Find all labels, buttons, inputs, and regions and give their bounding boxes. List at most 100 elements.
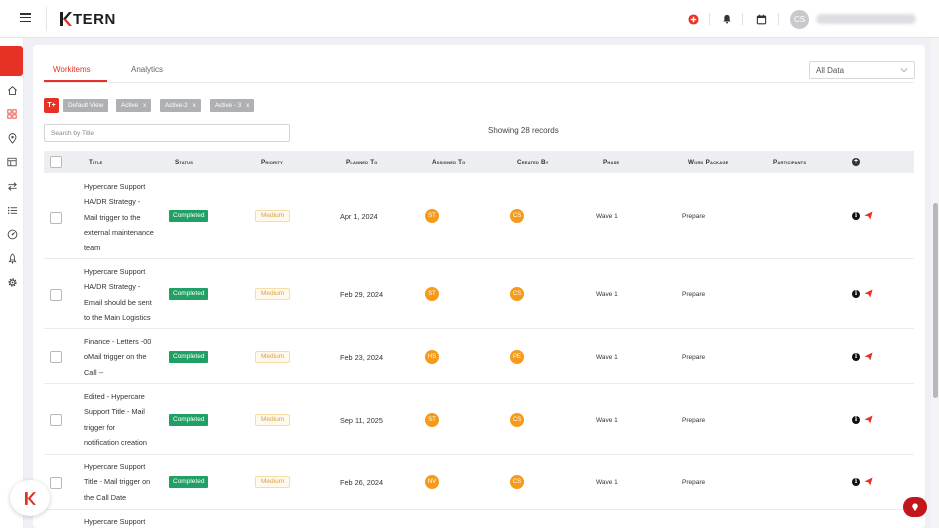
send-icon[interactable] [864,289,873,298]
phase-value: Wave 1 [596,354,618,361]
table-row[interactable]: Edited - Hypercare Support Title - Mail … [44,384,914,455]
phase-value: Wave 1 [596,479,618,486]
work-package-value: Prepare [682,479,706,486]
tab-workitems[interactable]: Workitems [53,65,91,74]
table-row[interactable]: Finance - Letters -00 oMail trigger on t… [44,329,914,384]
send-icon[interactable] [864,211,873,220]
board-icon[interactable] [6,156,18,168]
gauge-icon[interactable] [6,228,18,240]
title-line: HA/DR Strategy - [84,197,141,207]
info-icon[interactable]: i [852,416,860,424]
data-filter-select[interactable]: All Data [809,61,915,79]
column-header-title[interactable]: Title [89,159,103,166]
home-icon[interactable] [6,84,18,96]
workitem-title[interactable]: Edited - Hypercare Support Title - Mail … [84,389,162,450]
assignee-avatar[interactable]: ST [425,209,439,223]
column-header-work-package[interactable]: Work Package [688,159,729,166]
list-icon[interactable] [6,204,18,216]
creator-avatar[interactable]: PE [510,350,524,364]
chip-default-view[interactable]: Default View [63,99,109,112]
row-checkbox[interactable] [50,414,62,426]
close-icon[interactable]: x [246,103,249,109]
info-icon[interactable]: i [852,478,860,486]
column-header-participants[interactable]: Participants [773,159,806,166]
rocket-icon[interactable] [6,252,18,264]
close-icon[interactable]: x [193,103,196,109]
chip-active-2[interactable]: Active-2 x [160,99,201,112]
calendar-icon[interactable] [754,12,768,26]
workitem-title[interactable]: Finance - Letters -00 oMail trigger on t… [84,334,162,380]
priority-badge: Medium [255,288,291,300]
tab-analytics[interactable]: Analytics [131,65,163,74]
data-filter-value: All Data [816,66,845,75]
title-line: Hypercare Support [84,462,146,471]
chip-active[interactable]: Active x [116,99,152,112]
ktern-k-icon [24,491,36,505]
row-checkbox[interactable] [50,289,62,301]
divider [46,7,47,31]
workitem-title[interactable]: Hypercare Support Title - Mail trigger o… [84,459,162,505]
creator-avatar[interactable]: CS [510,475,524,489]
column-header-phase[interactable]: Phase [603,159,619,166]
column-header-assigned-to[interactable]: Assigned To [432,159,465,166]
send-icon[interactable] [864,352,873,361]
row-checkbox[interactable] [50,212,62,224]
row-checkbox[interactable] [50,351,62,363]
table-row[interactable]: Hypercare Support Title - Mail trigger o… [44,455,914,510]
title-line: the Call Date [84,492,127,502]
planned-date: Feb 29, 2024 [340,290,384,299]
tabs-divider [44,82,914,83]
creator-avatar[interactable]: CS [510,287,524,301]
row-checkbox[interactable] [50,477,62,489]
workitem-title[interactable]: Hypercare Support HA/DR Strategy - Email… [84,264,162,325]
status-badge: Completed [169,288,209,300]
send-icon[interactable] [864,415,873,424]
chip-active-3[interactable]: Active - 3 x [210,99,255,112]
assignee-avatar[interactable]: ST [425,287,439,301]
hamburger-menu-icon[interactable] [20,13,31,23]
info-icon[interactable]: i [852,290,860,298]
user-avatar[interactable]: CS [790,10,809,29]
title-line: Hypercare Support [84,267,146,276]
ktern-logo[interactable]: TERN [60,10,116,28]
work-package-value: Prepare [682,213,706,220]
add-circle-icon[interactable] [686,12,700,26]
column-header-status[interactable]: Status [175,159,193,166]
add-view-button[interactable]: T+ [44,98,59,113]
creator-avatar[interactable]: CS [510,209,524,223]
column-header-created-by[interactable]: Created By [517,159,549,166]
help-button[interactable] [903,497,927,517]
scrollbar-thumb[interactable] [933,203,938,398]
status-badge: Completed [169,414,209,426]
transfer-icon[interactable] [6,180,18,192]
table-row[interactable]: Hypercare Support HA/DR Strategy - Mail … [44,174,914,259]
workitem-title[interactable]: Hypercare Support HA/DR Strategy - Mail … [84,179,162,255]
search-input[interactable] [44,124,290,142]
info-icon[interactable]: i [852,212,860,220]
settings-icon[interactable] [6,276,18,288]
creator-avatar[interactable]: CS [510,413,524,427]
assignee-avatar[interactable]: ST [425,413,439,427]
title-line: to the Main Logistics [84,312,151,322]
send-icon[interactable] [864,477,873,486]
workitem-title[interactable]: Hypercare Support [84,514,162,528]
table-row[interactable]: Hypercare Support HA/DR Strategy - Email… [44,259,914,329]
assignee-avatar[interactable]: HS [425,350,439,364]
close-icon[interactable]: x [143,103,146,109]
bell-icon[interactable] [720,12,734,26]
add-column-icon[interactable]: + [852,158,860,166]
planned-date: Apr 1, 2024 [340,212,378,221]
page-scrollbar[interactable] [931,38,939,528]
status-badge: Completed [169,476,209,488]
user-name-redacted[interactable] [816,14,916,24]
info-icon[interactable]: i [852,353,860,361]
assignee-avatar[interactable]: NV [425,475,439,489]
location-icon[interactable] [6,132,18,144]
dashboard-icon[interactable] [6,108,18,120]
column-header-priority[interactable]: Priority [261,159,283,166]
column-header-planned-to[interactable]: Planned To [346,159,378,166]
sidebar-active-item[interactable] [0,46,23,76]
table-row[interactable]: Hypercare Support [44,510,914,528]
select-all-checkbox[interactable] [50,156,62,168]
ktern-assistant-button[interactable] [10,480,50,516]
